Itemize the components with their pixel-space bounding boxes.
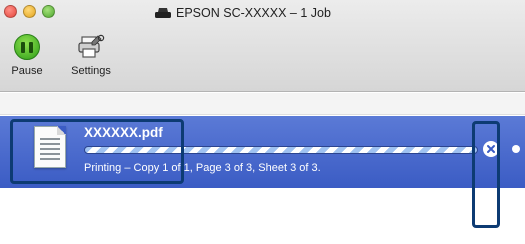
settings-button[interactable]: Settings [62, 34, 120, 77]
zoom-window-button[interactable] [42, 5, 55, 18]
print-queue-window: EPSON SC-XXXXX – 1 Job Pause Settings XX… [0, 0, 525, 244]
print-job-row[interactable]: XXXXXX.pdf Printing – Copy 1 of 1, Page … [0, 116, 525, 188]
job-list-header [0, 93, 525, 115]
printer-icon [155, 8, 171, 18]
pdf-document-icon [34, 126, 66, 168]
cancel-job-button[interactable] [483, 141, 499, 157]
job-status: Printing – Copy 1 of 1, Page 3 of 3, She… [84, 162, 321, 174]
pause-icon [14, 34, 40, 60]
pause-label: Pause [11, 65, 43, 77]
settings-label: Settings [71, 65, 111, 77]
title-bar: EPSON SC-XXXXX – 1 Job Pause Settings [0, 0, 525, 92]
window-title-text: EPSON SC-XXXXX – 1 Job [176, 6, 331, 20]
close-icon [487, 145, 495, 153]
job-row-end-dot [512, 145, 520, 153]
pause-button[interactable]: Pause [2, 34, 52, 77]
job-progress-bar [84, 146, 478, 154]
minimize-window-button[interactable] [23, 5, 36, 18]
window-title: EPSON SC-XXXXX – 1 Job [155, 6, 385, 20]
window-controls [4, 5, 55, 18]
printer-settings-icon [78, 34, 105, 58]
close-window-button[interactable] [4, 5, 17, 18]
job-name: XXXXXX.pdf [84, 125, 163, 140]
